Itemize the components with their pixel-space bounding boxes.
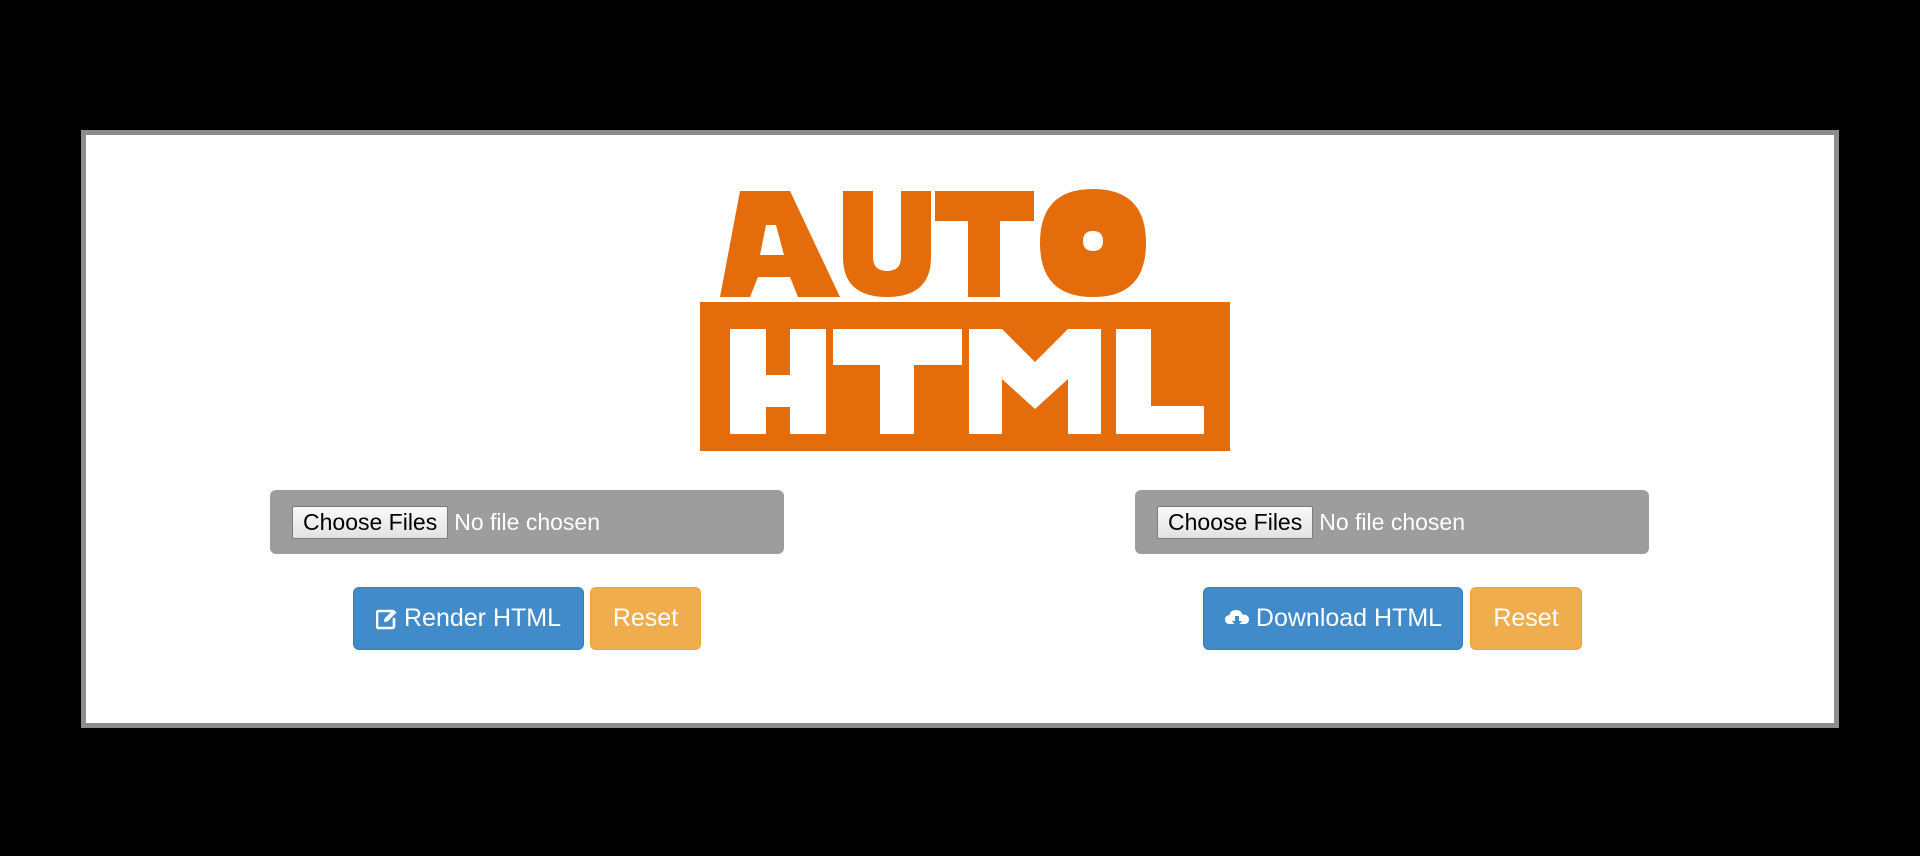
auto-html-logo (700, 187, 1230, 453)
file-input-right[interactable]: Choose Files No file chosen (1135, 490, 1649, 554)
choose-files-button-right[interactable]: Choose Files (1157, 505, 1314, 539)
reset-label-left: Reset (612, 604, 679, 632)
download-html-button[interactable]: Download HTML (1203, 587, 1463, 650)
download-html-label: Download HTML (1255, 604, 1443, 632)
render-html-label: Render HTML (404, 604, 561, 632)
edit-icon (376, 608, 398, 630)
main-panel: Choose Files No file chosen Choose Files… (81, 130, 1839, 728)
reset-button-left[interactable]: Reset (590, 587, 701, 650)
file-input-left[interactable]: Choose Files No file chosen (270, 490, 784, 554)
file-status-left: No file chosen (454, 508, 600, 535)
file-status-right: No file chosen (1319, 508, 1465, 535)
cloud-download-icon (1224, 608, 1250, 630)
render-html-button[interactable]: Render HTML (353, 587, 584, 650)
reset-button-right[interactable]: Reset (1470, 587, 1582, 650)
reset-label-right: Reset (1493, 604, 1559, 632)
choose-files-button-left[interactable]: Choose Files (292, 505, 449, 539)
